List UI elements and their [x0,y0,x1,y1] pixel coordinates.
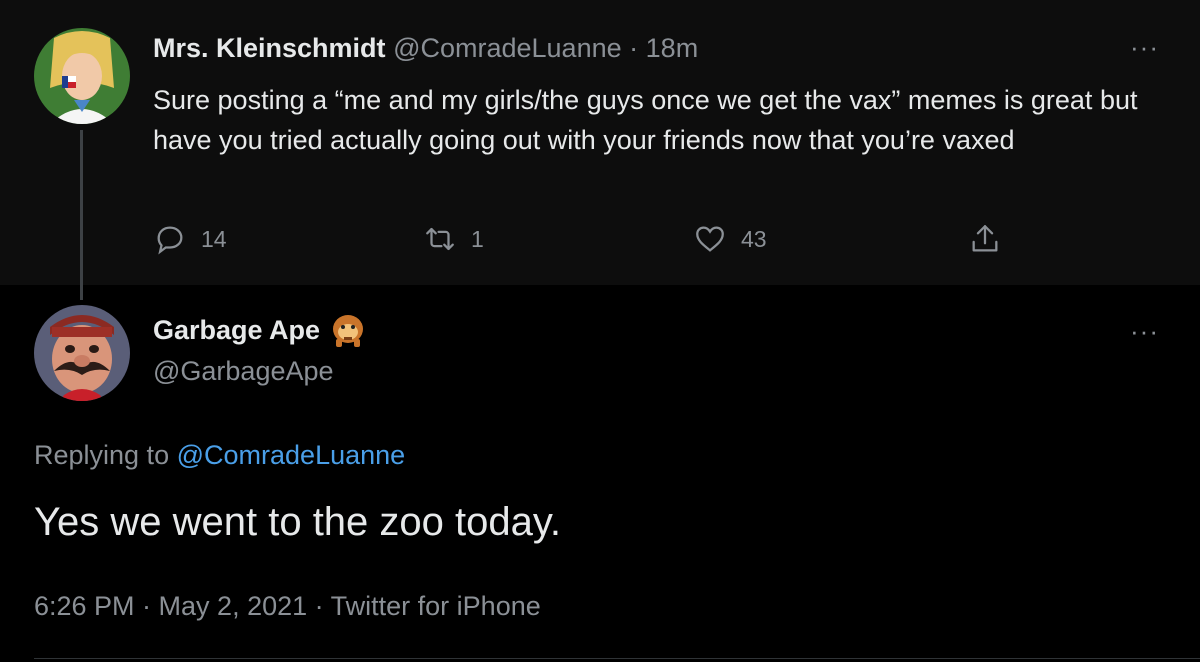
ape-emoji-icon [333,315,364,347]
action-bar: 14 1 43 [153,222,1033,262]
like-icon [696,226,724,252]
parent-tweet-header: Mrs. Kleinschmidt @ComradeLuanne · 18m [153,33,698,64]
tweet-meta[interactable]: 6:26 PM · May 2, 2021 · Twitter for iPho… [34,591,541,622]
retweet-count: 1 [471,225,484,252]
divider [34,658,1200,659]
more-icon[interactable]: ··· [1130,32,1159,63]
avatar-image [34,28,130,124]
handle[interactable]: @GarbageApe [153,356,334,387]
avatar-image [34,305,130,401]
like-count: 43 [741,225,767,252]
timestamp[interactable]: 18m [646,33,699,63]
avatar-garbage-ape[interactable] [34,305,130,401]
replying-prefix: Replying to [34,440,170,470]
display-name[interactable]: Mrs. Kleinschmidt [153,33,386,63]
handle[interactable]: @ComradeLuanne [393,33,622,63]
share-button[interactable] [968,222,1002,256]
retweet-icon [426,227,454,251]
parent-tweet[interactable]: Mrs. Kleinschmidt @ComradeLuanne · 18m ·… [0,0,1200,300]
reply-icon [157,226,183,255]
reply-button[interactable]: 14 [153,222,227,256]
like-button[interactable]: 43 [693,222,767,256]
replying-to-link[interactable]: @ComradeLuanne [177,440,406,470]
retweet-button[interactable]: 1 [423,222,484,256]
tweet-text: Sure posting a “me and my girls/the guys… [153,85,1138,155]
display-name[interactable]: Garbage Ape [153,315,320,346]
separator: · [629,33,639,63]
avatar-mrs-kleinschmidt[interactable] [34,28,130,124]
reply-count: 14 [201,225,227,252]
replying-to: Replying to @ComradeLuanne [34,440,405,471]
more-icon[interactable]: ··· [1130,316,1159,347]
tweet-text: Yes we went to the zoo today. [34,500,562,544]
reply-name-row: Garbage Ape [153,313,366,347]
share-icon [972,225,998,252]
thread-line [80,130,83,300]
